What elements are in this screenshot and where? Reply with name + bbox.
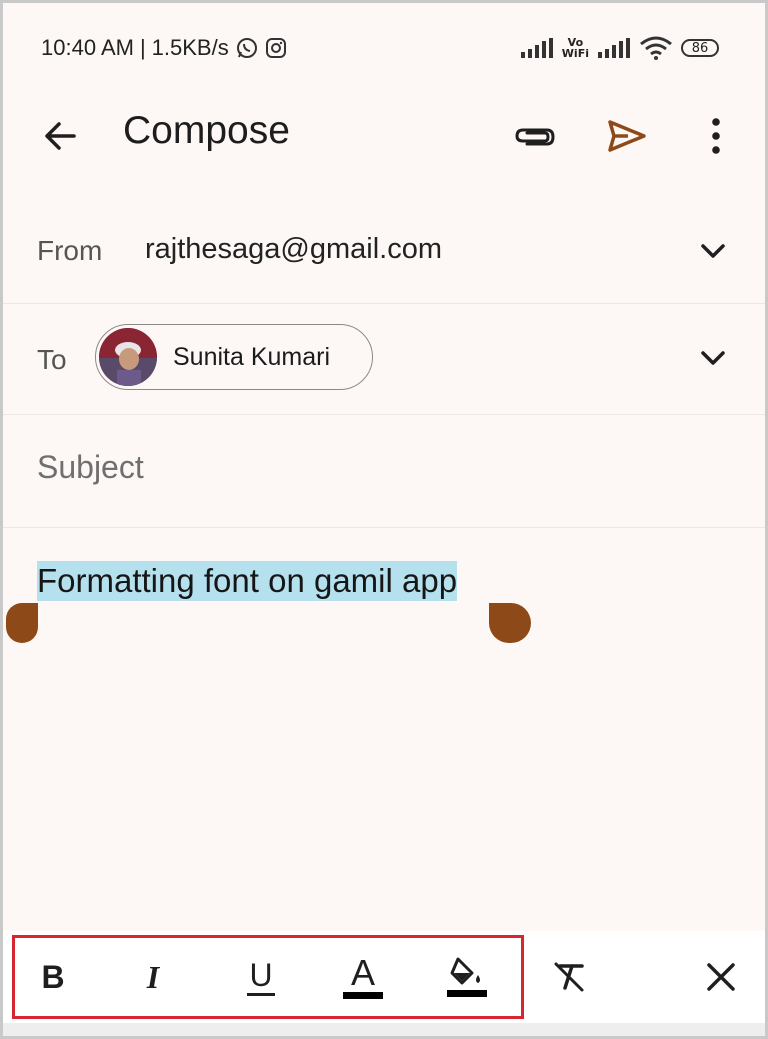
subject-input[interactable]: [37, 449, 717, 486]
close-icon: [707, 963, 735, 991]
italic-button[interactable]: I: [125, 949, 181, 1005]
vowifi-bottom: WiFi: [561, 47, 589, 60]
more-options-button[interactable]: [693, 113, 739, 159]
vertical-dots-icon: [712, 118, 720, 154]
whatsapp-icon: [235, 36, 259, 60]
recipient-name: Sunita Kumari: [173, 342, 331, 371]
status-bar: 10:40 AM | 1.5KB/s Vo WiFi 86: [3, 25, 765, 71]
send-button[interactable]: [603, 113, 651, 159]
status-left: 10:40 AM | 1.5KB/s: [41, 35, 287, 61]
bold-label: B: [41, 958, 65, 995]
selection-handle-start[interactable]: [6, 603, 38, 643]
back-button[interactable]: [37, 113, 83, 159]
wifi-icon: [639, 35, 673, 61]
formatting-toolbar: B I U A: [3, 931, 765, 1023]
paperclip-icon: [515, 128, 555, 146]
recipient-chip[interactable]: Sunita Kumari: [95, 324, 373, 390]
clear-formatting-button[interactable]: [541, 949, 597, 1005]
send-icon: [608, 120, 646, 152]
to-label: To: [37, 344, 67, 375]
signal-icon-2: [597, 37, 631, 59]
to-expand-button[interactable]: [695, 340, 731, 376]
compose-screen: 10:40 AM | 1.5KB/s Vo WiFi 86 Compose Fr…: [0, 0, 768, 1039]
page-title: Compose: [123, 109, 290, 152]
status-time: 10:40 AM: [41, 35, 134, 60]
format-clear-icon: [554, 962, 584, 992]
paint-bucket-icon: [450, 957, 480, 985]
attach-button[interactable]: [511, 113, 559, 159]
status-network-speed: 1.5KB/s: [151, 35, 229, 60]
from-expand-button[interactable]: [695, 233, 731, 269]
bottom-divider: [3, 1023, 765, 1036]
app-bar: Compose: [3, 93, 765, 177]
text-color-button[interactable]: A: [335, 949, 391, 1005]
from-address[interactable]: rajthesaga@gmail.com: [145, 233, 442, 266]
fill-color-button[interactable]: [439, 949, 495, 1005]
text-color-bar-icon: [343, 991, 383, 999]
message-body[interactable]: Formatting font on gamil app: [3, 529, 765, 929]
instagram-icon: [265, 37, 287, 59]
chevron-down-icon: [701, 351, 725, 365]
fill-color-bar-icon: [447, 990, 487, 997]
selected-body-text[interactable]: Formatting font on gamil app: [37, 561, 458, 601]
signal-icon: [520, 37, 554, 59]
status-separator: |: [139, 35, 146, 60]
underline-button[interactable]: U: [233, 949, 289, 1005]
bold-button[interactable]: B: [25, 949, 81, 1005]
avatar: [99, 328, 157, 386]
chevron-down-icon: [701, 244, 725, 258]
from-label: From: [37, 235, 103, 266]
close-toolbar-button[interactable]: [693, 949, 749, 1005]
from-row: From rajthesaga@gmail.com: [3, 195, 765, 304]
italic-label: I: [146, 958, 160, 995]
to-row: To Sunita Kumari: [3, 304, 765, 415]
battery-indicator: 86: [681, 39, 719, 57]
arrow-left-icon: [45, 122, 76, 150]
vowifi-indicator: Vo WiFi: [562, 37, 589, 59]
text-color-label: A: [350, 951, 375, 993]
subject-row: [3, 415, 765, 528]
underline-bar-icon: [247, 992, 275, 996]
underline-label: U: [249, 956, 273, 993]
selection-handle-end[interactable]: [489, 603, 531, 643]
status-right: Vo WiFi 86: [520, 35, 719, 61]
